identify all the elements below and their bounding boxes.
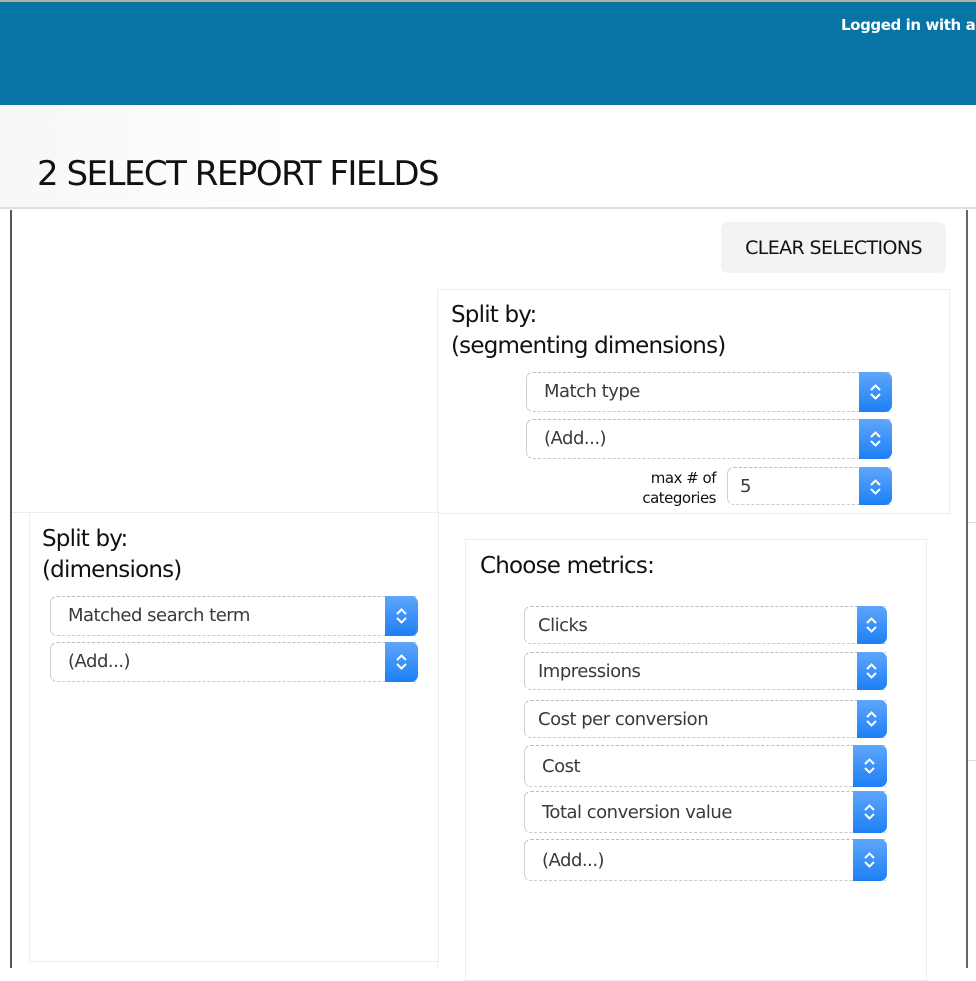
- metric-select-4[interactable]: Cost: [524, 745, 887, 787]
- chevron-up-down-icon: [870, 384, 881, 400]
- select-stepper[interactable]: [385, 596, 418, 636]
- segmenting-label-line2: (segmenting dimensions): [451, 333, 726, 359]
- chevron-up-down-icon: [870, 479, 881, 495]
- metric-select-2[interactable]: Impressions: [524, 652, 887, 690]
- max-categories-select[interactable]: 5: [727, 467, 892, 505]
- chevron-up-down-icon: [864, 852, 875, 868]
- select-stepper[interactable]: [859, 467, 892, 505]
- login-status: Logged in with acc: [841, 16, 976, 34]
- select-value: Impressions: [538, 661, 641, 682]
- select-stepper[interactable]: [853, 839, 887, 881]
- metrics-label: Choose metrics:: [480, 553, 655, 579]
- chevron-up-down-icon: [866, 663, 877, 679]
- divider-tick: [968, 760, 976, 761]
- dimensions-label-line1: Split by:: [42, 526, 128, 552]
- segmenting-label: Split by: (segmenting dimensions): [451, 300, 726, 362]
- section-right-border: [966, 210, 968, 968]
- select-stepper[interactable]: [859, 372, 892, 412]
- select-value: (Add...): [544, 428, 607, 449]
- chevron-up-down-icon: [864, 804, 875, 820]
- app-header: Logged in with acc: [0, 2, 976, 105]
- segmenting-label-line1: Split by:: [451, 302, 537, 328]
- dimensions-label: Split by: (dimensions): [42, 524, 182, 586]
- select-stepper[interactable]: [853, 791, 887, 833]
- select-value: Match type: [544, 381, 640, 402]
- max-categories-line2: categories: [642, 489, 716, 507]
- metric-select-1[interactable]: Clicks: [524, 606, 887, 644]
- metric-select-3[interactable]: Cost per conversion: [524, 700, 887, 738]
- page-title: 2 SELECT REPORT FIELDS: [37, 154, 440, 194]
- segmenting-select-2[interactable]: (Add...): [526, 419, 892, 459]
- chevron-up-down-icon: [396, 654, 407, 670]
- select-value: 5: [740, 476, 751, 497]
- select-value: Cost per conversion: [538, 709, 709, 730]
- max-categories-label: max # of categories: [630, 468, 716, 508]
- max-categories-line1: max # of: [650, 469, 717, 487]
- select-stepper[interactable]: [385, 642, 418, 682]
- chevron-up-down-icon: [870, 431, 881, 447]
- select-stepper[interactable]: [859, 419, 892, 459]
- select-stepper[interactable]: [857, 700, 887, 738]
- chevron-up-down-icon: [864, 758, 875, 774]
- clear-selections-button[interactable]: CLEAR SELECTIONS: [721, 222, 946, 273]
- chevron-up-down-icon: [866, 711, 877, 727]
- metric-select-6[interactable]: (Add...): [524, 839, 887, 881]
- chevron-up-down-icon: [396, 608, 407, 624]
- divider-tick: [968, 522, 976, 523]
- select-value: Matched search term: [68, 605, 250, 626]
- dimensions-select-2[interactable]: (Add...): [50, 642, 418, 682]
- select-value: Clicks: [538, 615, 588, 636]
- select-value: Total conversion value: [542, 802, 732, 823]
- section-left-border: [10, 210, 12, 968]
- chevron-up-down-icon: [866, 617, 877, 633]
- dimensions-label-line2: (dimensions): [42, 557, 182, 583]
- select-value: Cost: [542, 756, 581, 777]
- dimensions-select-1[interactable]: Matched search term: [50, 596, 418, 636]
- metric-select-5[interactable]: Total conversion value: [524, 791, 887, 833]
- select-stepper[interactable]: [857, 606, 887, 644]
- title-divider: [0, 207, 976, 209]
- select-value: (Add...): [68, 651, 131, 672]
- segmenting-select-1[interactable]: Match type: [526, 372, 892, 412]
- select-value: (Add...): [542, 850, 605, 871]
- select-stepper[interactable]: [853, 745, 887, 787]
- select-stepper[interactable]: [857, 652, 887, 690]
